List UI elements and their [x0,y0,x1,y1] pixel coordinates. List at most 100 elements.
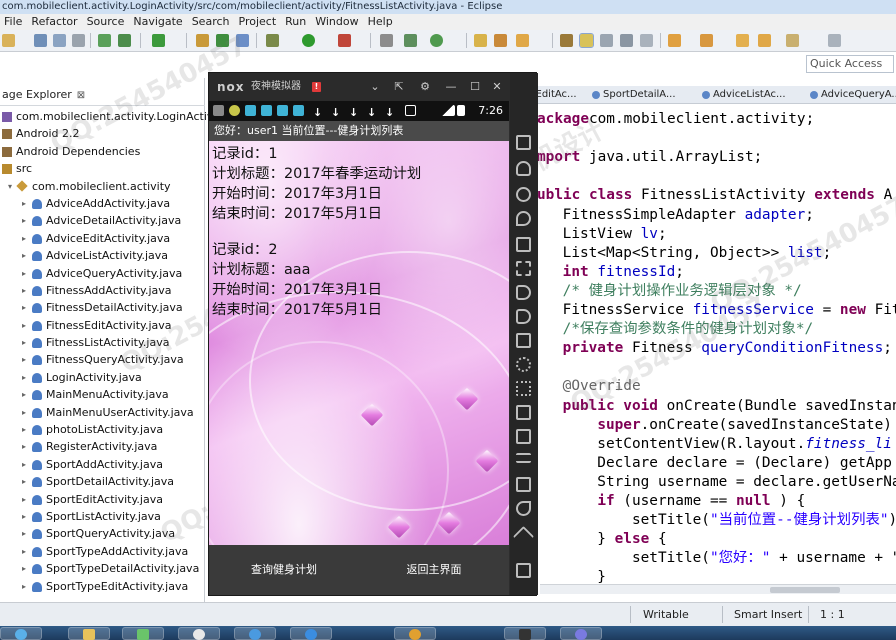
close-icon[interactable]: ✕ [489,79,505,95]
new-interface-icon[interactable] [236,34,249,47]
save-all-icon[interactable] [53,34,66,47]
multi-instance-icon[interactable] [516,405,531,420]
chevron-right-icon[interactable]: ▸ [20,212,28,229]
menu-project[interactable]: Project [239,14,277,29]
screen-icon[interactable] [516,237,531,252]
more-icon[interactable] [516,477,531,492]
avd-manager-icon[interactable] [118,34,131,47]
menu-window[interactable]: Window [315,14,358,29]
show-whitespace-icon[interactable] [600,34,613,47]
scrollbar-thumb[interactable] [770,587,840,593]
scissors-icon[interactable] [516,187,531,202]
record-icon[interactable] [516,381,531,396]
pin-editor-icon[interactable] [828,34,841,47]
menu-refactor[interactable]: Refactor [31,14,77,29]
taskbar-app-browser[interactable] [178,627,220,640]
tree-item[interactable]: ▸ SportEditActivity.java [0,491,205,508]
start-button[interactable] [0,627,42,640]
save-icon[interactable] [34,34,47,47]
chevron-right-icon[interactable]: ▸ [20,247,28,264]
tree-item[interactable]: ▸ RegisterActivity.java [0,438,205,455]
tree-item[interactable]: Android Dependencies [0,143,205,160]
coverage-icon[interactable] [430,34,443,47]
editor-horizontal-scrollbar[interactable] [540,584,896,594]
chevron-right-icon[interactable]: ▸ [20,456,28,473]
recent-apps-icon[interactable] [516,563,531,578]
chevron-right-icon[interactable]: ▸ [20,543,28,560]
chevron-right-icon[interactable]: ▸ [20,195,28,212]
chevron-right-icon[interactable]: ▸ [20,334,28,351]
menu-help[interactable]: Help [368,14,393,29]
check-icon[interactable] [152,34,165,47]
chevron-right-icon[interactable]: ▸ [20,404,28,421]
chevron-right-icon[interactable]: ▸ [20,282,28,299]
chevron-down-icon[interactable]: ▾ [6,178,14,195]
tree-item[interactable]: ▸ SportAddActivity.java [0,456,205,473]
tree-item[interactable]: ▸ AdviceAddActivity.java [0,195,205,212]
tree-item[interactable]: Android 2.2 [0,125,205,142]
editor-tab[interactable]: AdviceListAc... [701,86,786,103]
taskbar-app-terminal[interactable] [504,627,546,640]
chevron-right-icon[interactable]: ▸ [20,560,28,577]
chevron-right-icon[interactable]: ▸ [20,317,28,334]
taskbar-app-qq[interactable] [290,627,332,640]
tree-item[interactable]: ▸ FitnessListActivity.java [0,334,205,351]
android-icon[interactable] [516,161,531,176]
open-type-icon[interactable] [494,34,507,47]
next-annotation-icon[interactable] [668,34,681,47]
tree-item[interactable]: ▸ FitnessEditActivity.java [0,317,205,334]
block-select-icon[interactable] [620,34,633,47]
settings-icon[interactable]: ⚙ [417,79,433,95]
alert-icon[interactable]: ! [312,82,321,92]
new-class-icon[interactable] [216,34,229,47]
code-editor[interactable]: ackagecom.mobileclient.activity; mport ja… [503,104,896,584]
tree-item[interactable]: ▸ AdviceQueryActivity.java [0,265,205,282]
open-folder-icon[interactable] [474,34,487,47]
tree-item[interactable]: src [0,160,205,177]
volume-down-icon[interactable] [516,309,531,324]
tree-item[interactable]: ▸ AdviceEditActivity.java [0,230,205,247]
menu-file[interactable]: File [4,14,22,29]
new-java-project-icon[interactable] [404,34,417,47]
menu-run[interactable]: Run [285,14,306,29]
tree-item[interactable]: ▸ SportListActivity.java [0,508,205,525]
tree-item[interactable]: ▸ SportTypeDetailActivity.java [0,560,205,577]
chevron-right-icon[interactable]: ▸ [20,386,28,403]
apk-install-icon[interactable] [516,333,531,348]
chevron-right-icon[interactable]: ▸ [20,421,28,438]
skip-breakpoints-icon[interactable] [380,34,393,47]
taskbar-app-ie[interactable] [234,627,276,640]
quick-access-field[interactable]: Quick Access [806,55,894,73]
annotation-icon[interactable] [560,34,573,47]
tree-item[interactable]: ▸ MainMenuActivity.java [0,386,205,403]
mark-occurrences-icon[interactable] [579,33,594,48]
tree-item[interactable]: ▸ SportTypeEditActivity.java [0,578,205,595]
chevron-right-icon[interactable]: ▸ [20,299,28,316]
chevron-right-icon[interactable]: ▸ [20,525,28,542]
tree-item[interactable]: com.mobileclient.activity.LoginActivity [0,108,227,125]
chevron-right-icon[interactable]: ▸ [20,438,28,455]
new-package-icon[interactable] [196,34,209,47]
tree-item[interactable]: ▸ AdviceListActivity.java [0,247,205,264]
taskbar-app-emulator[interactable] [560,627,602,640]
tree-item[interactable]: ▸ FitnessAddActivity.java [0,282,205,299]
back-icon[interactable] [516,501,531,516]
volume-up-icon[interactable] [516,285,531,300]
new-icon[interactable] [2,34,15,47]
chevron-down-icon[interactable]: ⌄ [367,79,383,95]
fullscreen-icon[interactable] [516,261,531,276]
tree-item[interactable]: ▸ SportQueryActivity.java [0,525,205,542]
menu-icon[interactable] [516,453,531,463]
pin-icon[interactable]: ⇱ [391,79,407,95]
chevron-right-icon[interactable]: ▸ [20,369,28,386]
prev-annotation-icon[interactable] [700,34,713,47]
last-edit-icon[interactable] [736,34,749,47]
list-item[interactable]: 记录id：1 [212,144,277,164]
back-to-main-button[interactable]: 返回主界面 [359,545,509,595]
chevron-right-icon[interactable]: ▸ [20,491,28,508]
taskbar-app-media[interactable] [122,627,164,640]
chevron-right-icon[interactable]: ▸ [20,473,28,490]
fitness-list[interactable]: 记录id：1 计划标题：2017年春季运动计划 开始时间：2017年3月1日 结… [209,141,509,595]
word-wrap-icon[interactable] [640,34,653,47]
external-tools-icon[interactable] [338,34,351,47]
